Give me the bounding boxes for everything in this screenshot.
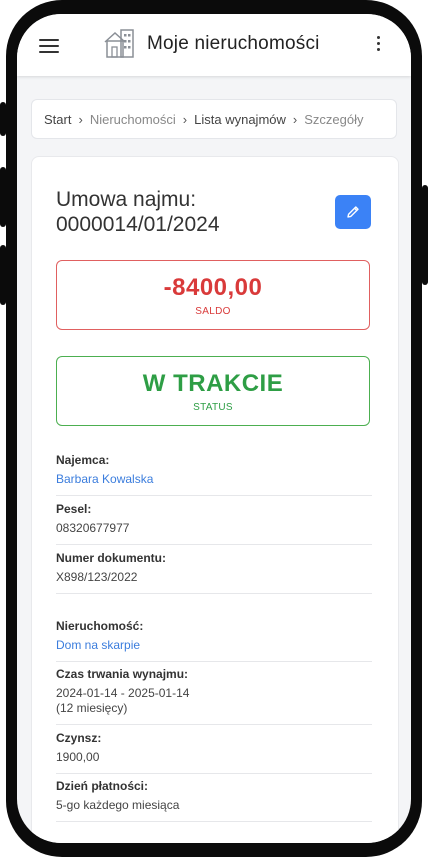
chevron-right-icon: ›	[78, 111, 83, 127]
document-value: X898/123/2022	[56, 570, 138, 584]
payday-value: 5-go każdego miesiąca	[56, 798, 180, 812]
screen: Moje nieruchomości Start › Nieruchomości…	[17, 14, 411, 843]
tenant-label: Najemca:	[56, 453, 110, 467]
saldo-box: -8400,00 SALDO	[56, 260, 370, 330]
document-field: Numer dokumentu: X898/123/2022	[56, 551, 372, 585]
rent-value: 1900,00	[56, 750, 100, 764]
divider	[56, 724, 372, 725]
payday-label: Dzień płatności:	[56, 779, 149, 793]
chevron-right-icon: ›	[182, 111, 188, 127]
document-label: Numer dokumentu:	[56, 551, 167, 565]
divider	[56, 821, 372, 822]
more-vert-icon[interactable]	[374, 36, 382, 54]
duration-field: Czas trwania wynajmu: 2024-01-14 - 2025-…	[56, 667, 372, 716]
contract-title: Umowa najmu: 0000014/01/2024	[56, 187, 306, 237]
property-field: Nieruchomość: Dom na skarpie	[56, 619, 372, 653]
divider	[56, 544, 372, 545]
divider	[56, 495, 372, 496]
duration-months: (12 miesięcy)	[56, 701, 128, 715]
property-link[interactable]: Dom na skarpie	[56, 638, 372, 653]
saldo-label: SALDO	[195, 306, 231, 317]
side-button	[422, 185, 428, 285]
contract-number: 0000014/01/2024	[56, 213, 220, 236]
property-label: Nieruchomość:	[56, 619, 144, 633]
breadcrumb-start[interactable]: Start	[44, 112, 71, 127]
duration-value: 2024-01-14 - 2025-01-14 (12 miesięcy)	[56, 686, 372, 716]
side-button	[0, 167, 6, 227]
edit-button[interactable]	[335, 195, 371, 229]
payday-field: Dzień płatności: 5-go każdego miesiąca	[56, 779, 372, 813]
chevron-right-icon: ›	[292, 111, 298, 127]
side-button	[0, 245, 6, 305]
breadcrumb-rentals[interactable]: Lista wynajmów	[194, 112, 286, 127]
app-title: Moje nieruchomości	[147, 33, 320, 54]
divider	[56, 593, 372, 594]
divider	[56, 773, 372, 774]
pencil-icon	[347, 206, 359, 218]
tenant-link[interactable]: Barbara Kowalska	[56, 472, 372, 487]
phone-frame: Moje nieruchomości Start › Nieruchomości…	[0, 0, 428, 857]
breadcrumb-details: Szczegóły	[304, 111, 364, 127]
house-logo-icon	[104, 29, 134, 58]
saldo-value: -8400,00	[163, 274, 263, 301]
breadcrumb-properties[interactable]: Nieruchomości	[90, 112, 176, 127]
contract-card: Umowa najmu: 0000014/01/2024 -8400,00 SA…	[31, 156, 399, 843]
status-value: W TRAKCIE	[142, 370, 284, 397]
rent-label: Czynsz:	[56, 731, 102, 745]
duration-label: Czas trwania wynajmu:	[56, 667, 189, 681]
rent-field: Czynsz: 1900,00	[56, 731, 372, 765]
pesel-value: 08320677977	[56, 521, 130, 535]
pesel-field: Pesel: 08320677977	[56, 502, 372, 536]
status-box: W TRAKCIE STATUS	[56, 356, 370, 426]
pesel-label: Pesel:	[56, 502, 92, 516]
contract-title-line1: Umowa najmu:	[56, 188, 197, 211]
app-bar: Moje nieruchomości	[17, 14, 411, 76]
status-label: STATUS	[193, 402, 233, 413]
breadcrumb: Start › Nieruchomości › Lista wynajmów ›…	[31, 99, 397, 139]
side-button	[0, 102, 6, 136]
tenant-field: Najemca: Barbara Kowalska	[56, 453, 372, 487]
duration-dates: 2024-01-14 - 2025-01-14	[56, 686, 190, 700]
divider	[56, 661, 372, 662]
menu-icon[interactable]	[39, 39, 59, 53]
